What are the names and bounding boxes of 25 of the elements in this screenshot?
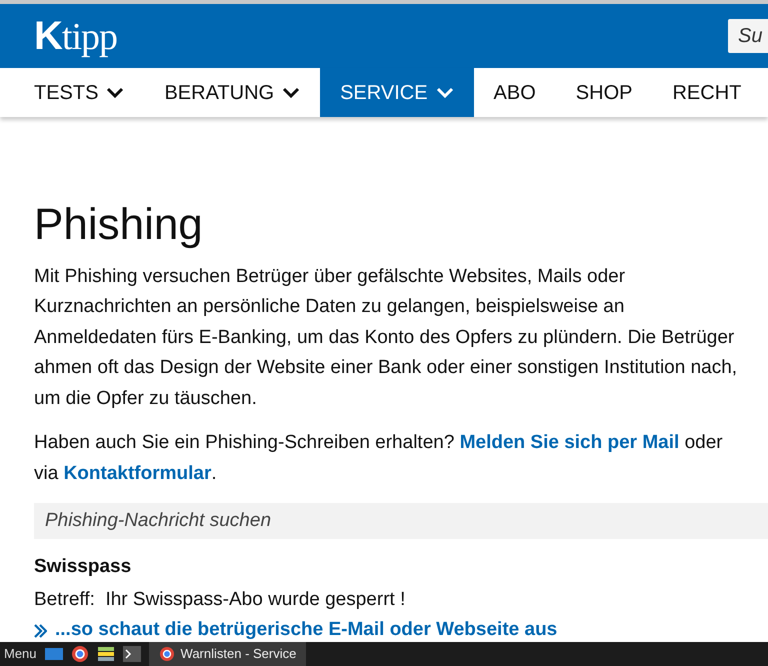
browser-icon [158,646,175,662]
search-field[interactable]: Su [728,19,768,53]
search-field[interactable]: Phishing-Nachricht suchen [34,503,768,540]
menu-button[interactable]: Menu [4,644,37,664]
page-title: Phishing [34,199,204,251]
report-paragraph: Haben auch Sie ein Phishing-Schreiben erhalten? Melden Sie sich per Mail oder via Kontaktformular. [34,431,724,486]
nav-tab[interactable]: SHOP [556,68,652,117]
nav-tab[interactable]: SERVICE [320,68,474,117]
logo[interactable]: Ktipp [34,16,118,56]
double-chevron-icon [34,624,47,638]
desktop-icon[interactable] [44,647,63,661]
browser-icon[interactable] [70,645,89,663]
nav-tab[interactable]: RECHT [652,68,762,117]
entry-subject: Betreff: Ihr Swisspass-Abo wurde gesperrt ! [34,588,406,612]
intro-paragraph: Mit Phishing versuchen Betrüger über gefälschte Websites, Mails oder Kurznachrichten an persönliche Daten zu gelangen, beispielsweise an Anmeldedaten fürs E-Banking, um das Konto des Opfers zu plündern. Die Betrüger ahmen oft das Design der Website einer Bank oder einer sonstigen Institution nach, um die Opfer zu täuschen. [34,264,738,411]
taskbar-window[interactable]: Warnlisten - Service [148,642,306,666]
report-link[interactable]: Kontaktformular [64,462,212,484]
files-icon[interactable] [96,646,115,662]
report-link[interactable]: Melden Sie sich per Mail [460,432,680,454]
entry-link[interactable]: ...so schaut die betrügerische E-Mail oder Webseite aus [34,616,558,645]
entry-title: Swisspass [34,555,132,580]
terminal-icon[interactable] [122,646,141,662]
nav-tab[interactable]: ABO [474,68,556,117]
nav-tab[interactable]: TESTS [14,68,144,117]
nav-tab[interactable]: BERATUNG [144,68,320,117]
